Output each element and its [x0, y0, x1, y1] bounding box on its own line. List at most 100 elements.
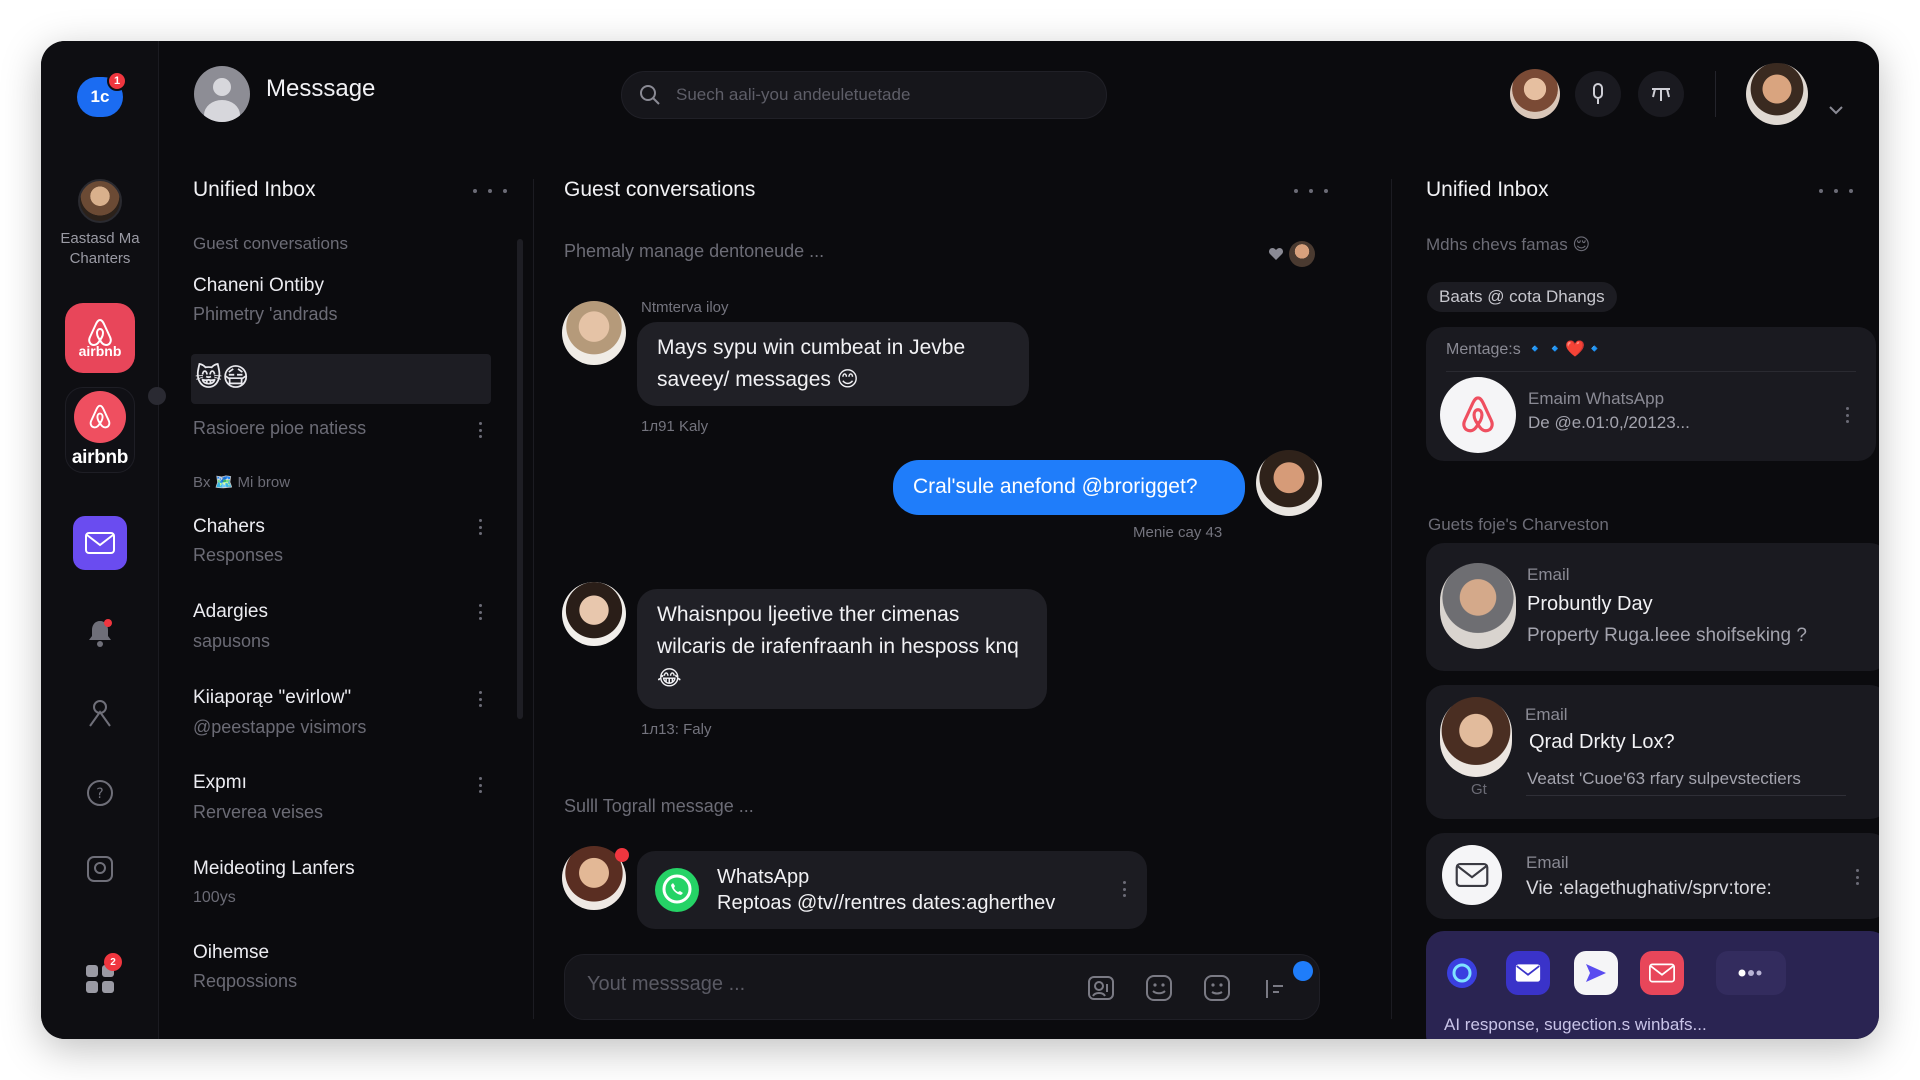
avatar: [1440, 697, 1512, 777]
email-card[interactable]: Gt Email Qrad Drkty Lox? Veatst 'Cuoe'63…: [1426, 685, 1879, 819]
search-bar[interactable]: [621, 71, 1107, 119]
card-sub: Vie :elagethughativ/sprv:tore:: [1526, 878, 1772, 899]
section-guest-label: Guest conversations: [193, 234, 348, 253]
item-menu-icon[interactable]: [479, 422, 483, 438]
whatsapp-message-card[interactable]: WhatsApp Reptoas @tv//rentres dates:aghe…: [637, 851, 1147, 929]
inbox-item-sub: 100ys: [193, 889, 236, 906]
send-icon[interactable]: [1574, 951, 1618, 995]
item-menu-icon[interactable]: [479, 691, 483, 707]
top-divider: [1715, 71, 1716, 117]
app-logo[interactable]: 1c 1: [77, 71, 127, 117]
panel-divider: [533, 179, 534, 1019]
message-bubble-incoming[interactable]: Whaisnpou ljeetive ther cimenas wilcaris…: [637, 589, 1047, 709]
email-card[interactable]: Email Vie :elagethughativ/sprv:tore:: [1426, 833, 1879, 919]
airbnb-icon: [1440, 377, 1516, 453]
heart-icon[interactable]: [1268, 247, 1284, 261]
rail-user-name: Eastasd Ma Chanters: [60, 230, 140, 267]
user-avatar[interactable]: [1746, 63, 1808, 125]
channel-card[interactable]: Mentage:s 🔹🔹❤️🔹 Emaim WhatsApp De @e.01:…: [1426, 327, 1876, 461]
rail-mail-button[interactable]: [73, 516, 127, 570]
ai-assistant-icon[interactable]: [1440, 951, 1484, 995]
ai-assistant-panel[interactable]: AI response, sugection.s winbafs...: [1426, 931, 1879, 1039]
sync-icon[interactable]: [1293, 961, 1313, 981]
avatar: [78, 179, 122, 223]
mic-button[interactable]: [1575, 71, 1621, 117]
item-menu-icon[interactable]: [1846, 407, 1850, 423]
message-time: 1л91 Kaly: [641, 418, 709, 435]
conversation-subheading: Phemaly manage dentoneude ...: [564, 241, 825, 261]
more-apps-icon[interactable]: [1716, 951, 1786, 995]
app-window: 1c 1 Eastasd Ma Chanters airbnb airbnb ?…: [41, 41, 1879, 1039]
item-menu-icon[interactable]: [479, 777, 483, 793]
sticker-icon[interactable]: [1201, 972, 1233, 1004]
page-title: Messsage: [266, 75, 376, 102]
rail-capture-button[interactable]: [80, 849, 120, 889]
inbox-item-title[interactable]: Chahers: [193, 516, 265, 538]
item-menu-icon[interactable]: [479, 519, 483, 535]
email-card[interactable]: Email Probuntly Day Property Ruga.leee s…: [1426, 543, 1879, 671]
message-time: Menie cay 43: [1133, 524, 1223, 541]
left-panel-title: Unified Inbox: [193, 178, 316, 201]
translate-button[interactable]: [1638, 71, 1684, 117]
avatar[interactable]: [1289, 241, 1315, 267]
search-input[interactable]: [676, 85, 1076, 105]
inbox-item-title[interactable]: Chaneni Ontiby: [193, 275, 324, 297]
filter-chip[interactable]: Baats @ cota Dhangs: [1427, 282, 1617, 312]
item-menu-icon[interactable]: [479, 604, 483, 620]
message-bubble-outgoing[interactable]: Cral'sule anefond @brorigget?: [893, 460, 1245, 515]
mail-icon: [85, 532, 115, 554]
emoji-icon[interactable]: [1143, 972, 1175, 1004]
rail-help-button[interactable]: ?: [80, 773, 120, 813]
rail-airbnb-primary[interactable]: airbnb: [65, 303, 135, 373]
more-options-icon[interactable]: [1294, 181, 1328, 201]
item-menu-icon[interactable]: [1123, 881, 1127, 897]
inbox-item-title[interactable]: Oihemse: [193, 942, 269, 964]
card-label: Email: [1526, 853, 1569, 872]
more-options-icon[interactable]: [473, 181, 507, 201]
more-actions-icon[interactable]: [1259, 972, 1291, 1004]
rail-contacts-button[interactable]: [80, 693, 120, 733]
avatar[interactable]: [1256, 450, 1322, 516]
avatar[interactable]: [562, 301, 626, 365]
item-menu-icon[interactable]: [1856, 869, 1860, 885]
inbox-item-selected[interactable]: 😸😷: [191, 354, 491, 404]
inbox-icon[interactable]: [1640, 951, 1684, 995]
rail-user-profile[interactable]: Eastasd Ma Chanters: [41, 179, 159, 269]
rail-notifications-button[interactable]: [80, 613, 120, 653]
inbox-item-title[interactable]: Meideoting Lanfers: [193, 858, 355, 880]
card-sub: De @e.01:0,/20123...: [1528, 413, 1690, 432]
chevron-down-icon[interactable]: [1826, 100, 1846, 120]
right-panel-title: Unified Inbox: [1426, 178, 1549, 201]
card-label: Email: [1527, 565, 1570, 584]
mail-icon: [1442, 845, 1502, 905]
message-bubble-incoming[interactable]: Mays sypu win cumbeat in Jevbe saveey/ m…: [637, 322, 1029, 406]
sender-name: Ntmterva iloy: [641, 299, 729, 316]
inbox-item-sub: sapusons: [193, 631, 271, 651]
rail-scroll-handle[interactable]: [148, 387, 166, 405]
left-scrollbar[interactable]: [517, 239, 523, 719]
help-icon: ?: [87, 780, 113, 806]
whatsapp-sub: Reptoas @tv//rentres dates:agherthev: [717, 892, 1056, 914]
inbox-item-sub[interactable]: Rasioere pioe natiess: [193, 418, 366, 439]
inbox-item-title[interactable]: Adargies: [193, 601, 268, 623]
more-options-icon[interactable]: [1819, 181, 1853, 201]
rail-airbnb-label: airbnb: [71, 447, 129, 468]
search-icon: [640, 85, 660, 105]
mail-icon[interactable]: [1506, 951, 1550, 995]
rail-airbnb-secondary[interactable]: airbnb: [65, 387, 135, 473]
message-input[interactable]: [587, 973, 1007, 996]
card-label: Emaim WhatsApp: [1528, 389, 1665, 408]
rail-apps-button[interactable]: 2: [80, 953, 122, 999]
message-composer[interactable]: [564, 954, 1320, 1020]
right-subheading: Mdhs chevs famas 😌: [1426, 235, 1591, 254]
svg-text:?: ?: [96, 786, 103, 802]
inbox-item-sub: Phimetry 'andrads: [193, 304, 338, 324]
card-label: Email: [1525, 705, 1568, 724]
avatar[interactable]: [562, 582, 626, 646]
mic-icon: [1593, 83, 1603, 104]
inbox-item-title[interactable]: Kiiaporąe "evirlow": [193, 687, 351, 709]
inbox-item-title[interactable]: Expmı: [193, 772, 247, 794]
contact-avatar[interactable]: [1510, 69, 1560, 119]
attach-contact-icon[interactable]: [1085, 972, 1117, 1004]
page-avatar[interactable]: [194, 66, 250, 122]
